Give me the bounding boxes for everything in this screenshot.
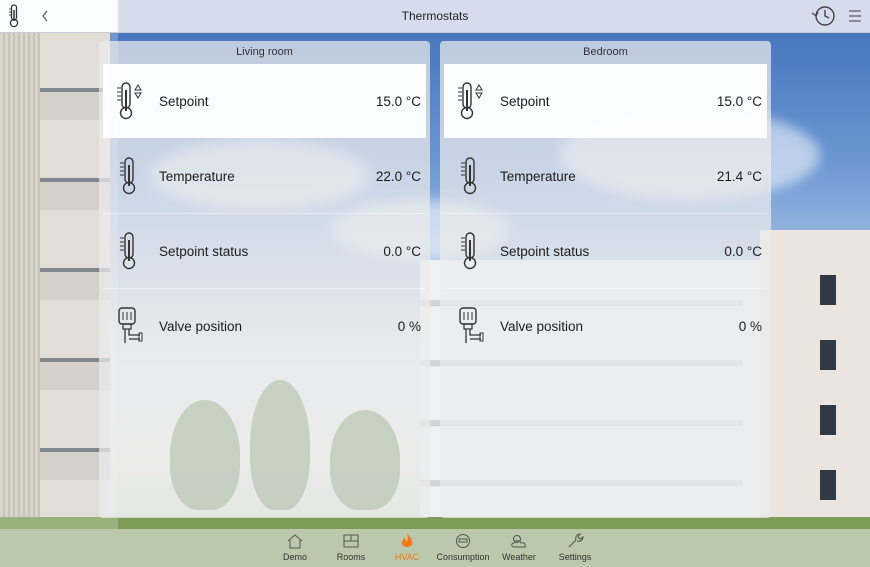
row-label: Setpoint xyxy=(500,93,550,109)
panel-title: Living room xyxy=(236,46,293,58)
row-label: Setpoint status xyxy=(500,243,590,259)
row-label: Setpoint status xyxy=(159,243,249,259)
nav-label: Rooms xyxy=(336,552,366,562)
nav-weather[interactable]: Weather xyxy=(491,529,547,567)
row-label: Setpoint xyxy=(159,93,209,109)
flame-icon xyxy=(398,531,416,551)
valve-icon xyxy=(444,289,498,363)
wrench-icon xyxy=(566,531,584,551)
row-label: Temperature xyxy=(159,168,235,184)
thermometer-setpoint-icon xyxy=(444,64,498,138)
row-temperature[interactable]: Temperature 22.0 °C xyxy=(103,139,426,214)
row-value: 21.4 °C xyxy=(716,168,762,184)
nav-label: Settings xyxy=(558,552,592,562)
header-bar: Thermostats xyxy=(0,0,870,33)
row-setpoint-status[interactable]: Setpoint status 0.0 °C xyxy=(444,214,767,289)
panel-title: Bedroom xyxy=(583,46,628,58)
valve-icon xyxy=(103,289,157,363)
row-label: Temperature xyxy=(500,168,576,184)
row-value: 0.0 °C xyxy=(724,243,762,259)
home-icon xyxy=(286,531,304,551)
thermometer-icon xyxy=(444,139,498,213)
row-valve-position[interactable]: Valve position 0 % xyxy=(444,289,767,363)
row-valve-position[interactable]: Valve position 0 % xyxy=(103,289,426,363)
panel-bedroom: Bedroom Setpoint 15.0 °C Temperature 21.… xyxy=(440,41,771,518)
row-temperature[interactable]: Temperature 21.4 °C xyxy=(444,139,767,214)
nav-hvac[interactable]: HVAC xyxy=(379,529,435,567)
nav-label: Weather xyxy=(502,552,536,562)
row-value: 15.0 °C xyxy=(375,93,421,109)
meter-icon xyxy=(454,531,472,551)
floorplan-icon xyxy=(342,531,360,551)
bottom-nav: Demo Rooms HVAC Consumption Weather Sett… xyxy=(0,529,870,567)
row-value: 15.0 °C xyxy=(716,93,762,109)
nav-demo[interactable]: Demo xyxy=(267,529,323,567)
row-value: 22.0 °C xyxy=(375,168,421,184)
thermometer-icon xyxy=(103,214,157,288)
row-value: 0.0 °C xyxy=(383,243,421,259)
menu-icon[interactable] xyxy=(845,0,865,32)
nav-settings[interactable]: Settings xyxy=(547,529,603,567)
thermometer-setpoint-icon xyxy=(103,64,157,138)
history-clock-icon[interactable] xyxy=(808,0,838,32)
row-label: Valve position xyxy=(500,318,584,334)
row-value: 0 % xyxy=(397,318,421,334)
thermometer-icon xyxy=(103,139,157,213)
nav-rooms[interactable]: Rooms xyxy=(323,529,379,567)
nav-label: HVAC xyxy=(394,552,420,562)
row-value: 0 % xyxy=(738,318,762,334)
thermometer-icon xyxy=(444,214,498,288)
cloud-sun-icon xyxy=(509,531,529,551)
nav-label: Demo xyxy=(282,552,307,562)
panel-living-room: Living room Setpoint 15.0 °C Temperature… xyxy=(99,41,430,518)
row-label: Valve position xyxy=(159,318,243,334)
nav-label: Consumption xyxy=(436,552,490,562)
nav-consumption[interactable]: Consumption xyxy=(435,529,491,567)
row-setpoint[interactable]: Setpoint 15.0 °C xyxy=(444,64,767,138)
row-setpoint-status[interactable]: Setpoint status 0.0 °C xyxy=(103,214,426,289)
row-setpoint[interactable]: Setpoint 15.0 °C xyxy=(103,64,426,138)
page-title: Thermostats xyxy=(401,9,469,23)
